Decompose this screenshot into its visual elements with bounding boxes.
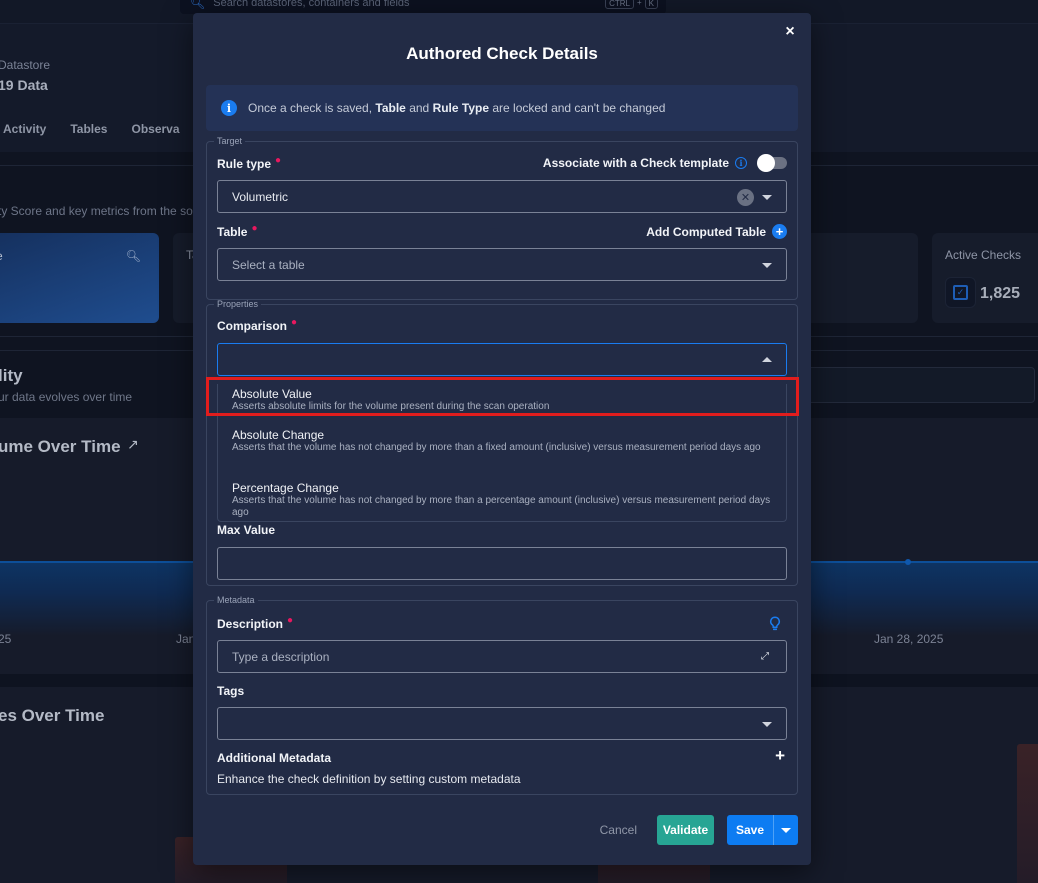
check-template-toggle[interactable] xyxy=(757,154,787,172)
table-placeholder: Select a table xyxy=(232,257,305,272)
x-tick: Jan 28, 2025 xyxy=(874,632,944,646)
search-icon: 🔍︎ xyxy=(190,0,206,10)
x-tick: 25 xyxy=(0,632,12,646)
comparison-dropdown-menu: Absolute Value Asserts absolute limits f… xyxy=(217,384,787,522)
global-search[interactable]: 🔍︎ Search datastores, containers and fie… xyxy=(180,0,666,14)
tab-tables[interactable]: Tables xyxy=(70,122,107,136)
required-indicator: ● xyxy=(251,223,258,234)
add-circle-icon: + xyxy=(772,224,787,239)
active-checks-card[interactable]: Active Checks ✓ 1,825 xyxy=(932,233,1038,323)
required-indicator: ● xyxy=(291,317,298,328)
chevron-down-icon xyxy=(781,828,791,833)
additional-metadata-label: Additional Metadata xyxy=(217,751,332,765)
comparison-option-percentage-change[interactable]: Percentage Change Asserts that the volum… xyxy=(218,481,786,519)
tags-label: Tags xyxy=(217,684,245,698)
datastore-name: 19 Data xyxy=(0,77,48,93)
max-value-label: Max Value xyxy=(217,523,276,537)
table-label: Table ● xyxy=(217,223,258,239)
rule-type-label: Rule type ● xyxy=(217,155,282,171)
quality-title: lity xyxy=(0,366,23,385)
info-banner-text: Once a check is saved, Table and Rule Ty… xyxy=(248,101,666,115)
target-section: Target Rule type ● Associate with a Check… xyxy=(206,136,798,300)
comparison-option-absolute-value[interactable]: Absolute Value Asserts absolute limits f… xyxy=(218,387,786,413)
comparison-select[interactable] xyxy=(217,343,787,376)
expand-icon[interactable]: ⤢ xyxy=(761,651,772,662)
chevron-up-icon[interactable] xyxy=(762,357,772,362)
metadata-section: Metadata Description ● Type a description… xyxy=(206,595,798,795)
close-icon[interactable]: × xyxy=(781,23,799,41)
table-select[interactable]: Select a table xyxy=(217,248,787,281)
chart-bar[interactable] xyxy=(1017,744,1038,883)
chevron-down-icon[interactable] xyxy=(762,195,772,200)
volume-chart-title: ume Over Time xyxy=(0,437,121,456)
active-checks-label: Active Checks xyxy=(945,248,1022,262)
quality-card-label: e xyxy=(0,249,3,263)
search-placeholder: Search datastores, containers and fields xyxy=(213,0,410,9)
description-label: Description ● xyxy=(217,615,294,631)
search-icon: 🔍︎ xyxy=(125,249,141,263)
additional-metadata-description: Enhance the check definition by setting … xyxy=(217,772,521,786)
modal-footer: Cancel Validate Save xyxy=(193,815,811,845)
tab-observability[interactable]: Observa xyxy=(131,122,179,136)
save-button-group: Save xyxy=(727,815,798,845)
metadata-legend: Metadata xyxy=(217,595,255,605)
changes-chart-title: es Over Time xyxy=(0,706,105,725)
authored-check-modal: Authored Check Details × i Once a check … xyxy=(193,13,811,865)
cancel-button[interactable]: Cancel xyxy=(600,823,637,837)
description-input[interactable]: Type a description ⤢ xyxy=(217,640,787,673)
target-legend: Target xyxy=(217,136,243,146)
save-button[interactable]: Save xyxy=(727,815,774,845)
required-indicator: ● xyxy=(287,615,294,626)
info-icon: i xyxy=(221,100,237,116)
tags-select[interactable] xyxy=(217,707,787,740)
validate-button[interactable]: Validate xyxy=(657,815,714,845)
info-banner: i Once a check is saved, Table and Rule … xyxy=(206,85,798,131)
required-indicator: ● xyxy=(275,155,282,166)
save-options-button[interactable] xyxy=(774,815,798,845)
max-value-input[interactable] xyxy=(217,547,787,580)
chevron-down-icon[interactable] xyxy=(762,263,772,268)
clear-icon[interactable]: ✕ xyxy=(737,189,754,206)
volume-chart-point[interactable] xyxy=(905,559,911,565)
external-link-icon[interactable]: ↗ xyxy=(127,436,139,453)
check-icon: ✓ xyxy=(945,277,976,308)
datastore-label: Datastore xyxy=(0,58,51,72)
modal-title: Authored Check Details xyxy=(406,44,598,63)
date-range-input[interactable] xyxy=(805,367,1035,403)
add-metadata-plus-icon[interactable]: + xyxy=(775,746,785,766)
lightbulb-icon[interactable] xyxy=(769,616,781,632)
rule-type-value: Volumetric xyxy=(232,189,289,204)
properties-legend: Properties xyxy=(217,299,259,309)
comparison-option-absolute-change[interactable]: Absolute Change Asserts that the volume … xyxy=(218,428,786,454)
search-shortcut: CTRL + K xyxy=(605,0,658,9)
check-template-label: Associate with a Check template xyxy=(542,156,729,170)
datastore-tabs: Activity Tables Observa xyxy=(3,122,180,136)
chevron-down-icon[interactable] xyxy=(762,722,772,727)
info-icon[interactable]: i xyxy=(735,157,747,169)
active-checks-value: 1,825 xyxy=(980,285,1021,302)
check-template-toggle-row: Associate with a Check template i xyxy=(542,154,787,172)
tab-activity[interactable]: Activity xyxy=(3,122,46,136)
quality-subtitle: ur data evolves over time xyxy=(0,390,133,404)
rule-type-select[interactable]: Volumetric ✕ xyxy=(217,180,787,213)
overview-subtitle: ty Score and key metrics from the so xyxy=(0,204,193,218)
add-computed-table-button[interactable]: Add Computed Table + xyxy=(646,224,787,239)
quality-score-card[interactable]: e 🔍︎ xyxy=(0,233,159,323)
comparison-label: Comparison ● xyxy=(217,317,298,333)
